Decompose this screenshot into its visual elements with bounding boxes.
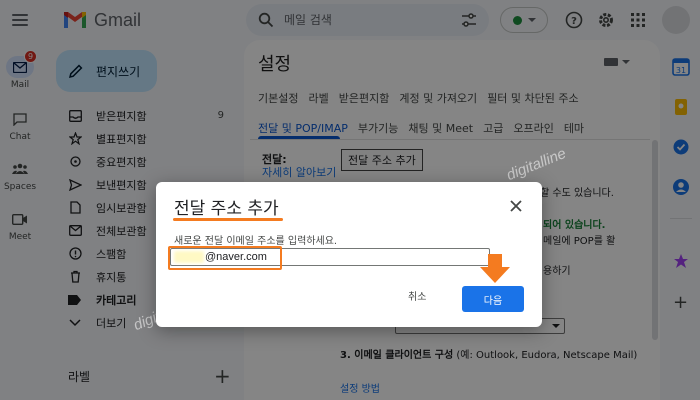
dialog-title: 전달 주소 추가 [174,199,279,219]
input-highlight [168,246,282,270]
title-highlight [173,218,283,221]
dialog-description: 새로운 전달 이메일 주소를 입력하세요. [174,236,338,247]
close-icon[interactable] [508,198,524,214]
cancel-button[interactable]: 취소 [408,288,426,303]
arrow-down-icon [480,254,510,283]
next-button[interactable]: 다음 [462,286,524,312]
